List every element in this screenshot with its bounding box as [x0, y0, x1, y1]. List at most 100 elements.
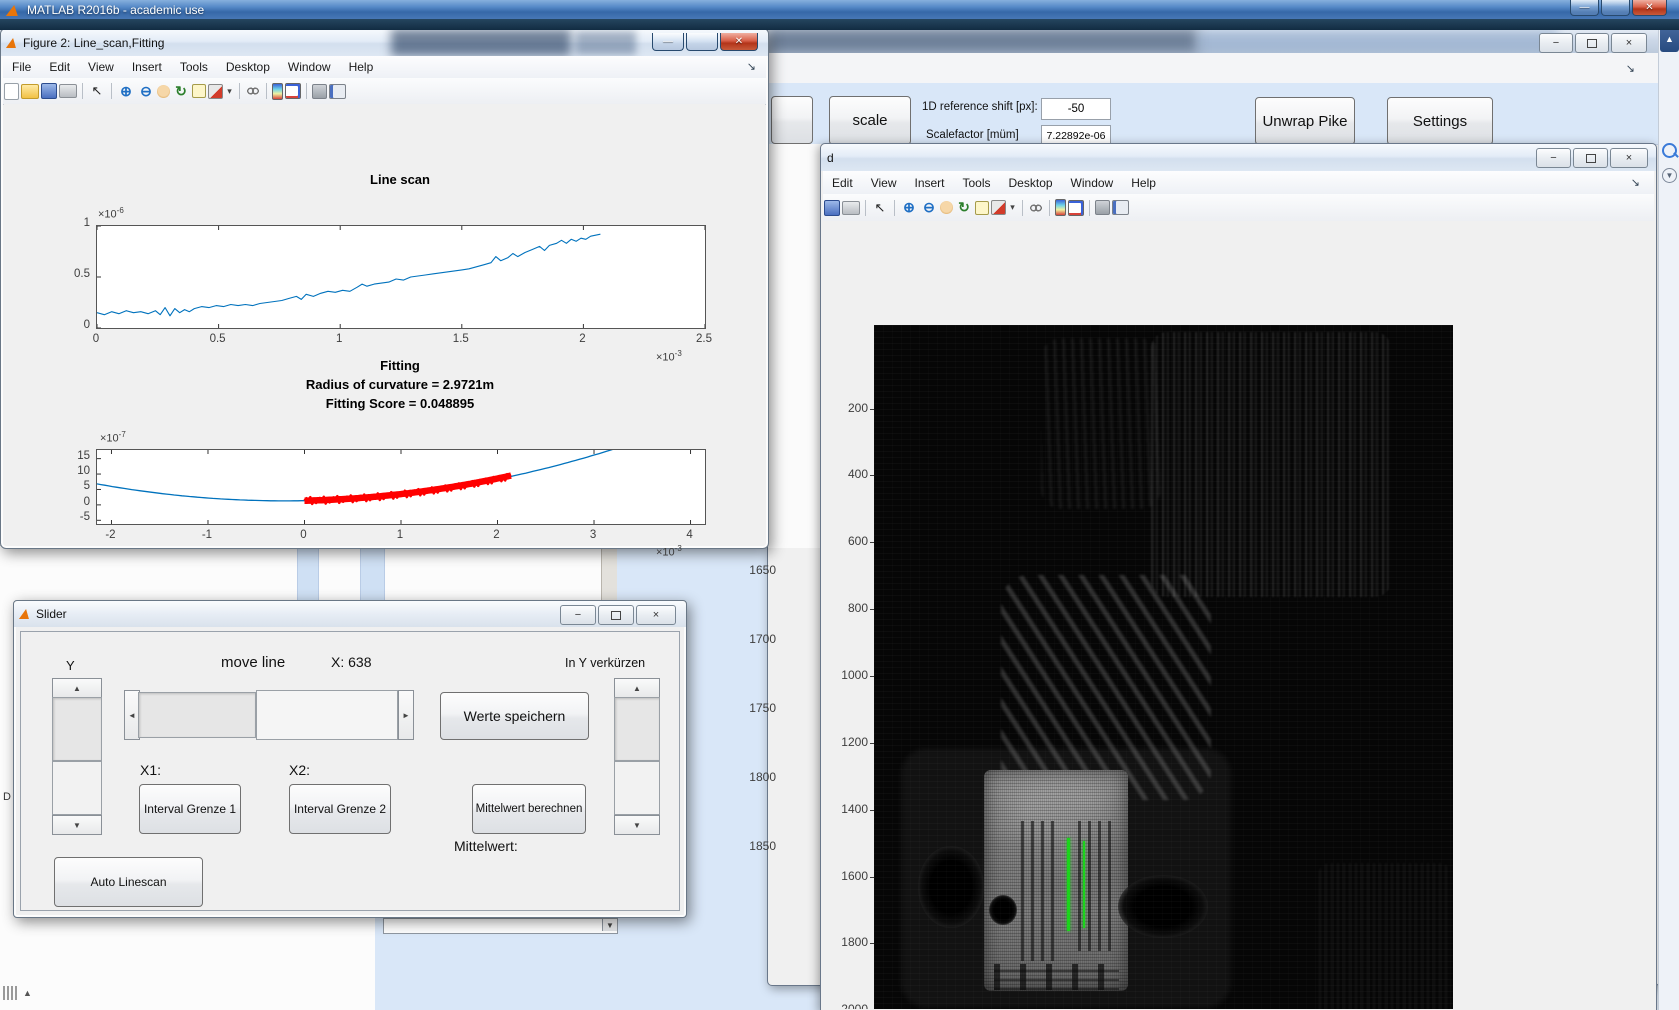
- minimize-button[interactable]: —: [652, 33, 684, 51]
- dock-arrow-icon[interactable]: ↘: [747, 60, 756, 73]
- close-button[interactable]: ×: [1611, 33, 1647, 53]
- maximize-button[interactable]: [1575, 33, 1609, 53]
- background-divider: [360, 547, 385, 602]
- data-cursor-icon[interactable]: [192, 84, 206, 98]
- colorbar-icon[interactable]: [272, 82, 283, 100]
- figure2-titlebar[interactable]: Figure 2: Line_scan,Fitting — ✕: [1, 29, 768, 56]
- data-cursor-icon[interactable]: [975, 200, 989, 215]
- minimize-button[interactable]: −: [560, 605, 596, 625]
- pan-icon[interactable]: [157, 84, 170, 98]
- menu-item-desktop[interactable]: Desktop: [1000, 174, 1062, 192]
- in-y-scrollbar-down[interactable]: ▼: [614, 815, 660, 835]
- menu-item-help[interactable]: Help: [340, 58, 383, 76]
- close-button[interactable]: ✕: [1632, 0, 1667, 16]
- dropdown-arrow-icon[interactable]: ▾: [225, 83, 234, 99]
- show-plot-tools-icon[interactable]: [1112, 200, 1129, 215]
- axis-tick-label: 2: [579, 333, 586, 345]
- dock-arrow-icon[interactable]: ↘: [1631, 176, 1640, 189]
- save-icon[interactable]: [41, 83, 57, 99]
- show-plot-tools-icon[interactable]: [329, 83, 346, 99]
- gui-window-titlebar[interactable]: − ×: [768, 27, 1659, 53]
- menu-item-view[interactable]: View: [79, 58, 123, 76]
- ref-shift-input[interactable]: [1041, 98, 1111, 120]
- menu-item-edit[interactable]: Edit: [823, 174, 862, 192]
- y-scrollbar-up[interactable]: ▲: [52, 678, 102, 698]
- cut-off-button[interactable]: [771, 96, 813, 144]
- move-line-slider-right[interactable]: ►: [398, 690, 414, 740]
- new-document-icon[interactable]: [4, 82, 19, 100]
- werte-speichern-button[interactable]: Werte speichern: [440, 692, 589, 740]
- y-scrollbar-track[interactable]: [52, 697, 102, 761]
- search-icon[interactable]: [1662, 143, 1677, 158]
- close-button[interactable]: ✕: [720, 33, 758, 51]
- menu-item-help[interactable]: Help: [1122, 174, 1165, 192]
- move-line-slider-thumb[interactable]: [256, 690, 398, 740]
- save-icon[interactable]: [824, 199, 840, 216]
- maximize-button[interactable]: [1573, 148, 1608, 168]
- menu-item-tools[interactable]: Tools: [954, 174, 1000, 192]
- in-y-scrollbar-thumb[interactable]: [614, 761, 660, 815]
- pointer-icon[interactable]: ↖: [871, 200, 889, 216]
- print-icon[interactable]: [842, 200, 860, 215]
- minimize-button[interactable]: −: [1536, 148, 1571, 168]
- print-icon[interactable]: [59, 84, 77, 98]
- y-scrollbar-down[interactable]: ▼: [52, 815, 102, 835]
- link-plot-icon[interactable]: [1028, 201, 1044, 214]
- dropdown-arrow-icon[interactable]: ▾: [1008, 200, 1017, 216]
- dock-arrow-icon[interactable]: ↘: [1626, 62, 1635, 75]
- legend-icon[interactable]: [1068, 199, 1084, 216]
- legend-icon[interactable]: [285, 83, 301, 99]
- menu-item-insert[interactable]: Insert: [123, 58, 171, 76]
- menu-item-tools[interactable]: Tools: [171, 58, 217, 76]
- rotate-icon[interactable]: ↻: [955, 199, 973, 216]
- maximize-button[interactable]: [598, 605, 634, 625]
- mittelwert-berechnen-button[interactable]: Mittelwert berechnen: [472, 784, 586, 834]
- move-line-slider-track[interactable]: [138, 692, 256, 738]
- y-scrollbar-thumb[interactable]: [52, 761, 102, 815]
- brush-icon[interactable]: [208, 83, 223, 99]
- brush-icon[interactable]: [991, 200, 1006, 215]
- chevron-down-icon[interactable]: ▼: [602, 919, 617, 931]
- maximize-button[interactable]: [686, 33, 718, 51]
- hide-plot-tools-icon[interactable]: [1095, 200, 1110, 215]
- in-y-scrollbar-up[interactable]: ▲: [614, 678, 660, 698]
- settings-button[interactable]: Settings: [1387, 97, 1493, 145]
- close-button[interactable]: ×: [1610, 148, 1648, 168]
- maximize-button[interactable]: [1601, 0, 1630, 16]
- in-y-scrollbar-track[interactable]: [614, 697, 660, 761]
- chevron-up-icon: ▲: [23, 988, 32, 998]
- figure-right-titlebar[interactable]: d − ×: [821, 144, 1656, 171]
- hide-plot-tools-icon[interactable]: [312, 83, 327, 99]
- statusbar-grip[interactable]: ▲: [3, 983, 63, 1003]
- matlab-titlebar[interactable]: MATLAB R2016b - academic use — ✕: [0, 0, 1679, 20]
- chevron-down-circle-icon[interactable]: ▼: [1662, 168, 1677, 183]
- dropdown-select[interactable]: ▼: [383, 918, 618, 934]
- open-folder-icon[interactable]: [21, 83, 39, 99]
- zoom-in-icon[interactable]: ⊕: [117, 83, 135, 99]
- menu-item-window[interactable]: Window: [1062, 174, 1123, 192]
- interval-grenze2-button[interactable]: Interval Grenze 2: [289, 784, 391, 834]
- zoom-out-icon[interactable]: ⊖: [137, 83, 155, 99]
- zoom-out-icon[interactable]: ⊖: [920, 199, 938, 216]
- unwrap-pike-button[interactable]: Unwrap Pike: [1255, 97, 1355, 145]
- menu-item-edit[interactable]: Edit: [40, 58, 79, 76]
- pan-icon[interactable]: [940, 201, 953, 214]
- menu-item-window[interactable]: Window: [279, 58, 340, 76]
- minimize-button[interactable]: —: [1570, 0, 1599, 16]
- pointer-icon[interactable]: ↖: [88, 83, 106, 99]
- auto-linescan-button[interactable]: Auto Linescan: [54, 857, 203, 907]
- scale-button[interactable]: scale: [829, 96, 911, 145]
- field-overlay: [901, 748, 1232, 1009]
- menu-item-file[interactable]: File: [3, 58, 40, 76]
- interval-grenze1-button[interactable]: Interval Grenze 1: [139, 784, 241, 834]
- rotate-icon[interactable]: ↻: [172, 83, 190, 99]
- minimize-button[interactable]: −: [1539, 33, 1573, 53]
- menu-item-insert[interactable]: Insert: [905, 174, 953, 192]
- zoom-in-icon[interactable]: ⊕: [900, 199, 918, 216]
- colorbar-icon[interactable]: [1055, 199, 1066, 216]
- menu-item-desktop[interactable]: Desktop: [217, 58, 279, 76]
- link-plot-icon[interactable]: [245, 85, 261, 97]
- slider-titlebar[interactable]: Slider − ×: [14, 601, 686, 627]
- menu-item-view[interactable]: View: [862, 174, 906, 192]
- close-button[interactable]: ×: [636, 605, 676, 625]
